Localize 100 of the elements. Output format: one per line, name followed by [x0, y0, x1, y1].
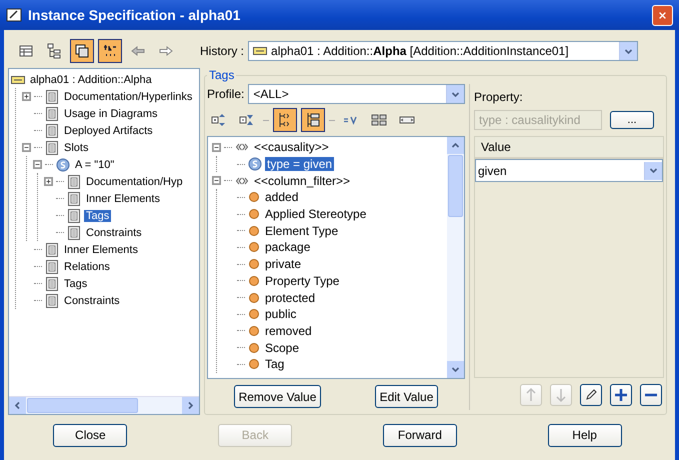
tree-item[interactable]: package [263, 240, 312, 254]
scroll-right-button[interactable] [182, 397, 199, 414]
value-button[interactable]: Remove Value [234, 385, 322, 408]
scroll-up-button[interactable] [447, 137, 464, 154]
scroll-down-button[interactable] [447, 361, 464, 378]
collapse-toggle[interactable] [212, 142, 221, 152]
group-title: Tags [208, 68, 236, 82]
property-label: Property: [474, 90, 524, 104]
dot-icon [248, 308, 260, 320]
scrollbar-thumb[interactable] [27, 398, 138, 413]
tree-item[interactable]: Constraints [84, 226, 144, 238]
dialog-button[interactable]: Close [53, 424, 128, 446]
slot-icon [248, 157, 262, 172]
tree-item[interactable]: protected [263, 290, 318, 305]
tree-item[interactable]: A = "10" [73, 158, 116, 170]
down-chevron-icon [649, 166, 658, 175]
tree-icon [45, 42, 63, 60]
value-combo[interactable]: given [475, 159, 663, 182]
tree-item[interactable]: Scope [263, 340, 302, 355]
dot-icon [248, 324, 260, 337]
tree-item[interactable]: Slots [62, 142, 90, 154]
page-icon [67, 192, 81, 206]
collapse-toggle[interactable] [22, 143, 31, 152]
tree-item[interactable]: Constraints [62, 294, 122, 306]
toolbar-button[interactable] [70, 39, 94, 63]
history-label: History : [200, 44, 244, 58]
dialog-button[interactable]: Help [548, 424, 622, 446]
history-combo[interactable]: alpha01 : Addition::Alpha [Addition::AdditionInstance01] [248, 41, 638, 61]
tree-item[interactable]: Usage in Diagrams [62, 108, 160, 120]
left-chevron-icon [13, 401, 22, 410]
stereotype-icon [235, 176, 249, 186]
tree-item[interactable]: Element Type [263, 224, 340, 238]
down-chevron-icon [451, 90, 460, 98]
down-chevron-icon [624, 46, 634, 56]
toolbar-button[interactable] [273, 108, 297, 132]
tree-item[interactable]: Relations [62, 260, 112, 272]
up-chevron-icon [451, 141, 460, 150]
tree-item[interactable]: Documentation/Hyperlinks [62, 90, 194, 102]
tree-item[interactable]: Tags [84, 210, 112, 222]
tree-item[interactable]: <<column_filter>> [252, 174, 352, 188]
tree-item[interactable]: Deployed Artifacts [62, 124, 155, 136]
collapse-toggle[interactable] [33, 160, 42, 169]
tree-item[interactable]: Property Type [263, 274, 342, 288]
dot-icon [248, 241, 260, 254]
page-icon [45, 90, 59, 104]
page-icon [45, 294, 59, 308]
dot-icon [248, 258, 260, 270]
expand-toggle[interactable] [22, 92, 31, 101]
page-icon [45, 242, 59, 256]
profile-combo[interactable]: <ALL> [248, 84, 465, 104]
tree-item[interactable]: Applied Stereotype [263, 207, 368, 222]
page-icon [45, 106, 59, 120]
window-title: Instance Specification - alpha01 [28, 7, 242, 23]
expand-toggle[interactable] [44, 177, 53, 186]
tree-item[interactable]: private [263, 257, 304, 272]
dialog-button[interactable]: Forward [382, 424, 457, 446]
toolbar-button[interactable] [98, 39, 122, 63]
tree-item[interactable]: <<causality>> [252, 140, 331, 154]
down-chevron-icon [451, 365, 460, 374]
right-chevron-icon [186, 401, 195, 410]
dot-icon [248, 191, 260, 204]
stereotype-icon [235, 142, 249, 152]
dot-icon [248, 358, 260, 370]
tree-item[interactable]: type = given [265, 157, 334, 172]
browse-button[interactable]: ... [610, 111, 654, 129]
plus-button[interactable] [610, 384, 632, 406]
slot-icon [56, 158, 70, 172]
toolbar-button[interactable] [301, 108, 325, 132]
tree-item[interactable]: Tag [263, 357, 286, 372]
dot-icon [248, 224, 260, 237]
scroll-left-button[interactable] [9, 397, 26, 414]
close-icon [659, 10, 666, 20]
window-icon [6, 7, 22, 23]
dot-icon [248, 292, 260, 304]
tree-item[interactable]: Inner Elements [84, 192, 162, 204]
pencil-button[interactable] [580, 384, 602, 406]
profile-label: Profile: [207, 87, 244, 101]
tree-item[interactable]: public [263, 307, 298, 322]
class-icon [253, 44, 268, 58]
page-icon [67, 174, 81, 188]
tree-item[interactable]: added [263, 190, 300, 204]
page-icon [45, 260, 59, 274]
minus-icon [644, 393, 658, 397]
tree-item[interactable]: removed [263, 324, 314, 338]
page-icon [45, 276, 59, 290]
expand-all-icon [210, 111, 228, 129]
value-button[interactable]: Edit Value [374, 385, 438, 408]
page-icon [67, 226, 81, 240]
tree-item[interactable]: Tags [62, 278, 90, 290]
page-icon [67, 208, 81, 222]
property-field: type : causalitykind [474, 110, 602, 130]
minus-button[interactable] [640, 384, 662, 406]
tree-item[interactable]: Documentation/Hyp [84, 176, 185, 188]
close-button[interactable] [652, 4, 673, 26]
dot-icon [248, 208, 260, 220]
tree-item[interactable]: Inner Elements [62, 244, 140, 256]
tree-item[interactable]: alpha01 : Addition::Alpha [28, 74, 154, 86]
collapse-toggle[interactable] [212, 176, 221, 186]
page-icon [45, 124, 59, 138]
scrollbar-thumb[interactable] [448, 155, 463, 217]
